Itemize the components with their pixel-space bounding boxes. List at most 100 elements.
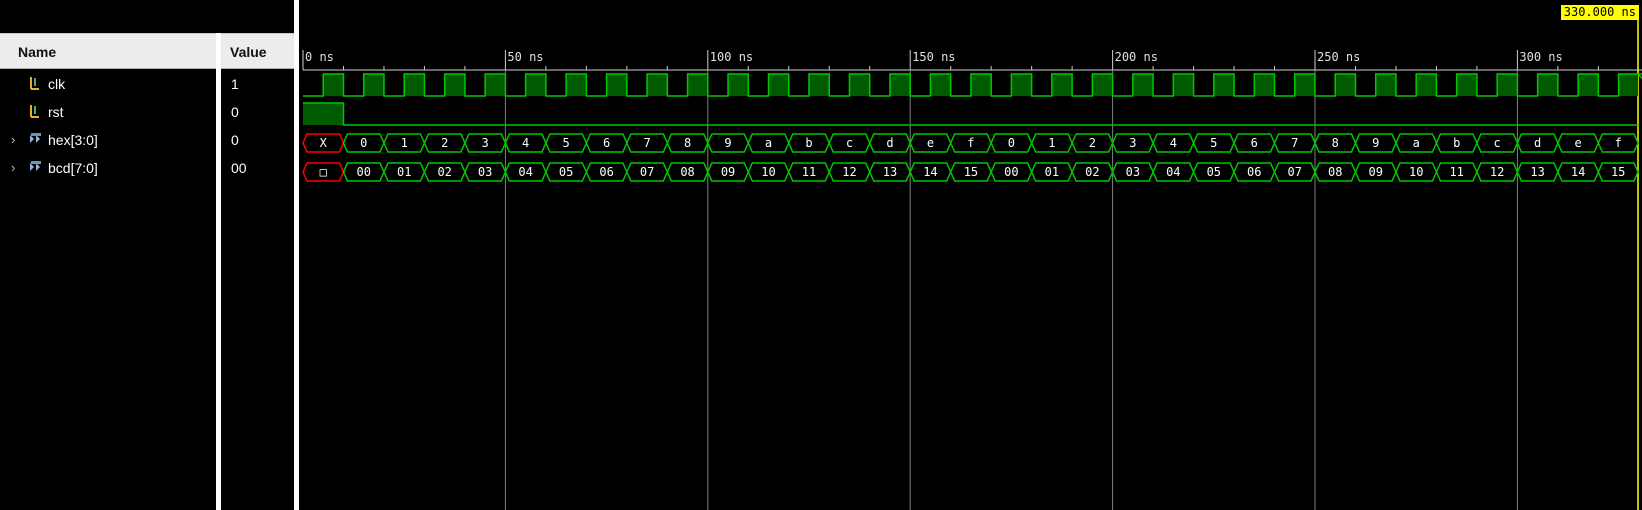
bcd-segment-label: 02: [437, 165, 451, 179]
ruler-label: 200 ns: [1115, 50, 1158, 64]
clk-high-fill: [1254, 74, 1275, 96]
clk-high-fill: [1092, 74, 1113, 96]
bcd-segment-label: 08: [1328, 165, 1342, 179]
ruler-label: 50 ns: [507, 50, 543, 64]
bcd-segment-label: 15: [964, 165, 978, 179]
clk-high-fill: [1294, 74, 1315, 96]
clk-high-fill: [566, 74, 587, 96]
bcd-segment-label: 13: [1530, 165, 1544, 179]
clk-high-fill: [323, 74, 344, 96]
clk-high-fill: [525, 74, 546, 96]
hex-segment-label: c: [846, 136, 853, 150]
clk-high-fill: [687, 74, 708, 96]
hex-segment-label: f: [1615, 136, 1622, 150]
bcd-segment-label: 05: [1207, 165, 1221, 179]
bcd-segment-label: 06: [1247, 165, 1261, 179]
hex-segment-label: 6: [603, 136, 610, 150]
hex-segment-label: e: [927, 136, 934, 150]
bcd-segment-label: 01: [397, 165, 411, 179]
rst-wave: [303, 102, 1638, 126]
hex-segment-label: 7: [1291, 136, 1298, 150]
hex-segment-label: 2: [1089, 136, 1096, 150]
bcd-initial-label: □: [320, 165, 327, 179]
clk-high-fill: [809, 74, 830, 96]
bcd-segment-label: 14: [923, 165, 937, 179]
bcd-segment-label: 01: [1045, 165, 1059, 179]
ruler-label: 0 ns: [305, 50, 334, 64]
hex-segment-label: a: [765, 136, 772, 150]
clk-high-fill: [1132, 74, 1154, 96]
clk-high-fill: [485, 74, 506, 96]
waveform-canvas[interactable]: 0 ns 50 ns 100 ns 150 ns 200 ns 250 ns 300 ns X…: [0, 0, 1642, 510]
hex-segment-label: 4: [522, 136, 529, 150]
bcd-segment-label: 12: [1490, 165, 1504, 179]
hex-initial-label: X: [320, 136, 328, 150]
bcd-segment-label: 02: [1085, 165, 1099, 179]
hex-segment-label: f: [967, 136, 974, 150]
cursor-time-label: 330.000 ns: [1560, 5, 1639, 20]
clk-high-fill: [404, 74, 425, 96]
hex-segment-label: 6: [1251, 136, 1258, 150]
bcd-segment-label: 09: [1368, 165, 1382, 179]
hex-segment-label: 1: [401, 136, 408, 150]
hex-segment-label: d: [886, 136, 893, 150]
hex-segment-label: 5: [563, 136, 570, 150]
ruler-label: 100 ns: [710, 50, 753, 64]
hex-segment-label: 4: [1170, 136, 1177, 150]
bcd-segment-label: 00: [356, 165, 370, 179]
hex-segment-label: 0: [360, 136, 367, 150]
clk-high-fill: [1335, 74, 1356, 96]
bcd-segment-label: 00: [1004, 165, 1018, 179]
bcd-segment-label: 04: [1166, 165, 1180, 179]
hex-segment-label: 7: [643, 136, 650, 150]
hex-segment-label: 2: [441, 136, 448, 150]
hex-segment-label: d: [1534, 136, 1541, 150]
hex-segment-label: 0: [1008, 136, 1015, 150]
hex-segment-label: 8: [684, 136, 691, 150]
clk-high-fill: [1497, 74, 1518, 96]
bcd-segment-label: 12: [842, 165, 856, 179]
hex-segment-label: a: [1413, 136, 1420, 150]
bcd-segment-label: 11: [1449, 165, 1463, 179]
hex-segment-label: 3: [1129, 136, 1136, 150]
clk-high-fill: [1618, 74, 1638, 96]
hex-segment-label: c: [1494, 136, 1501, 150]
bcd-segment-label: 14: [1571, 165, 1585, 179]
clk-high-fill: [930, 74, 951, 96]
hex-segment-label: b: [805, 136, 812, 150]
clk-high-fill: [1416, 74, 1437, 96]
ruler-label: 300 ns: [1519, 50, 1562, 64]
bcd-segment-label: 07: [1288, 165, 1302, 179]
bcd-segment-label: 06: [599, 165, 613, 179]
rst-high-fill: [303, 103, 344, 125]
clk-high-fill: [849, 74, 870, 96]
clk-high-fill: [1578, 74, 1599, 96]
clk-high-fill: [444, 74, 465, 96]
bcd-segment-label: 11: [802, 165, 816, 179]
clk-high-fill: [728, 74, 749, 96]
clk-high-fill: [1173, 74, 1194, 96]
clk-high-fill: [1213, 74, 1235, 96]
hex-segment-label: 3: [482, 136, 489, 150]
bcd-segment-label: 09: [721, 165, 735, 179]
hex-segment-label: 5: [1210, 136, 1217, 150]
ruler-label: 250 ns: [1317, 50, 1360, 64]
clk-high-fill: [363, 74, 384, 96]
bcd-segment-label: 03: [478, 165, 492, 179]
hex-segment-label: 9: [1372, 136, 1379, 150]
bcd-segment-label: 10: [1409, 165, 1423, 179]
clk-high-fill: [606, 74, 627, 96]
bcd-segment-label: 03: [1126, 165, 1140, 179]
bcd-segment-label: 05: [559, 165, 573, 179]
clk-high-fill: [1537, 74, 1558, 96]
bcd-segment-label: 07: [640, 165, 654, 179]
ruler-label: 150 ns: [912, 50, 955, 64]
clk-high-fill: [889, 74, 911, 96]
clk-high-fill: [1456, 74, 1477, 96]
clk-high-fill: [1011, 74, 1032, 96]
hex-segment-label: 1: [1048, 136, 1055, 150]
clk-high-fill: [1375, 74, 1396, 96]
clk-high-fill: [768, 74, 789, 96]
clk-high-fill: [970, 74, 992, 96]
hex-segment-label: b: [1453, 136, 1460, 150]
